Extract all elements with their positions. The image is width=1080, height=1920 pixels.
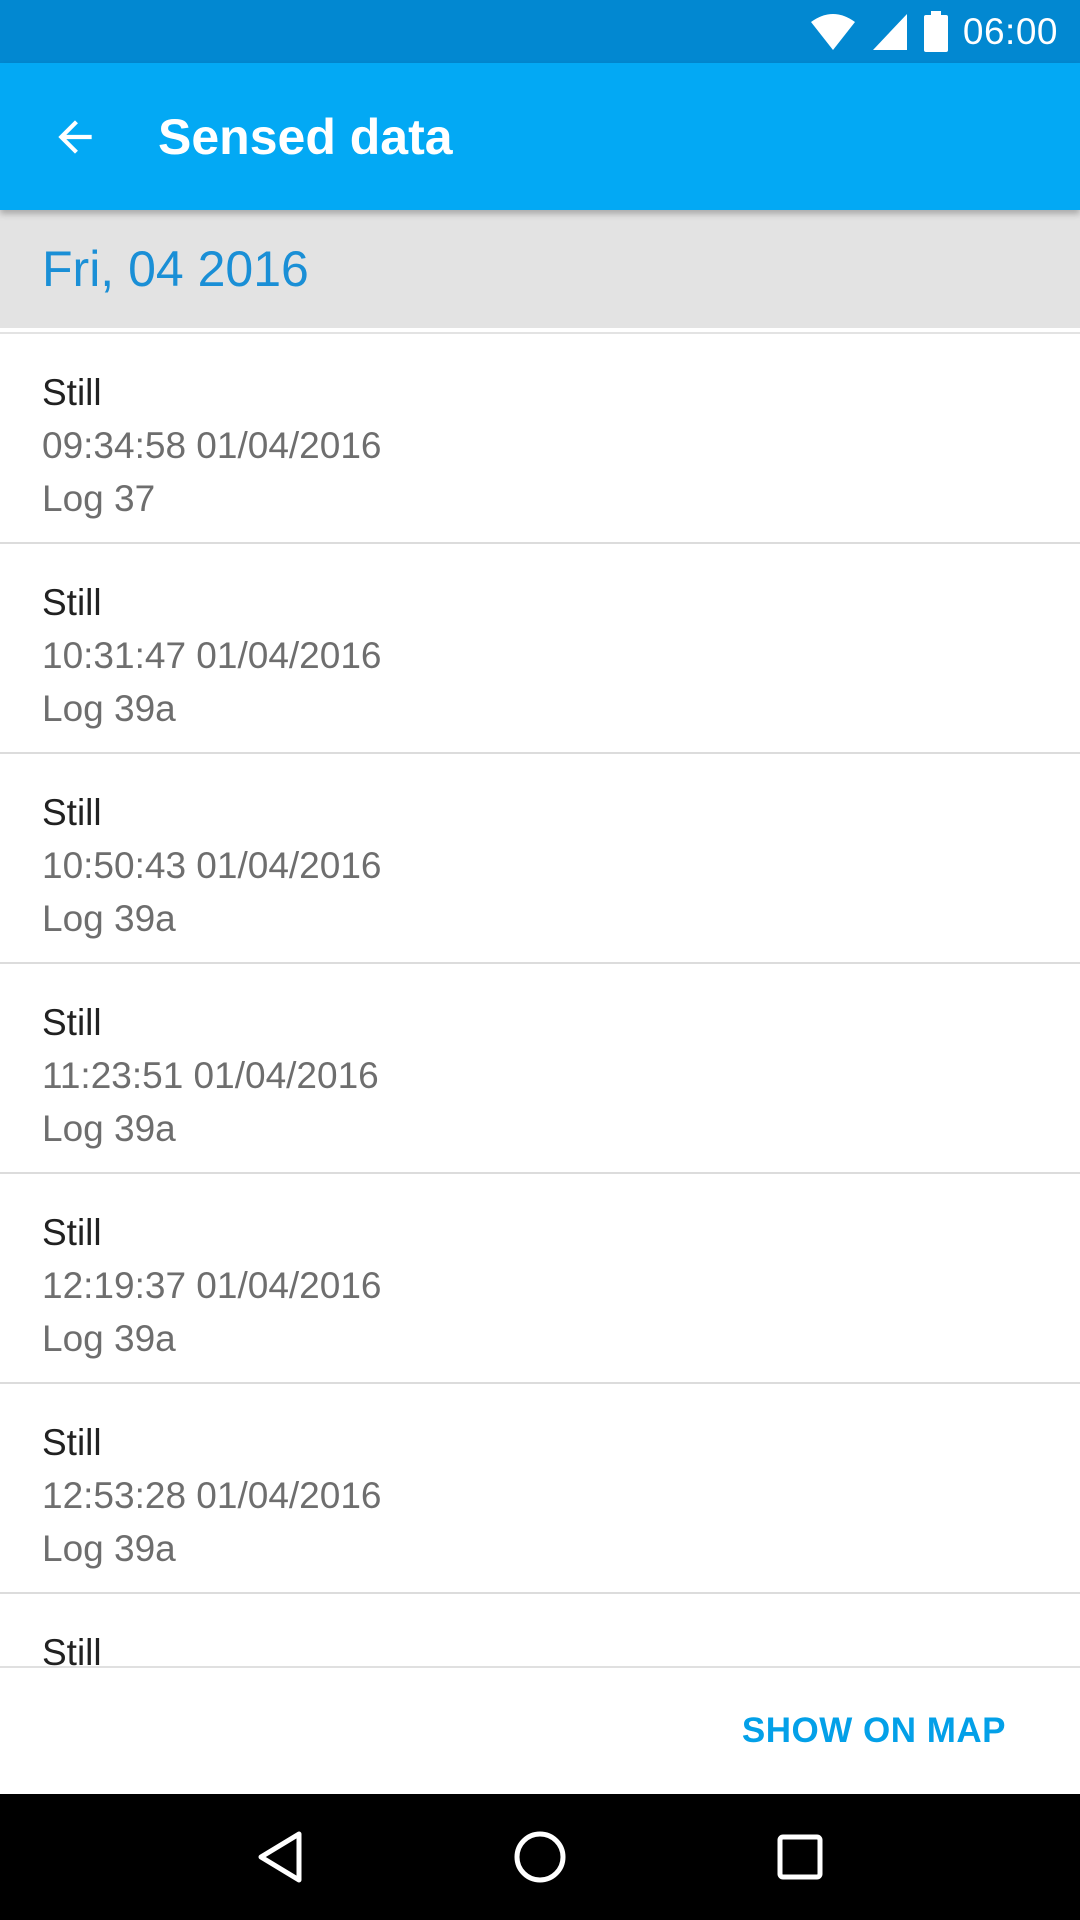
status-bar: 06:00 <box>0 0 1080 63</box>
timestamp-label: 09:34:58 01/04/2016 <box>42 425 382 466</box>
sensed-data-list[interactable]: Still 09:34:58 01/04/2016 Log 37 Still 1… <box>0 332 1080 1666</box>
activity-label: Still <box>42 1002 102 1043</box>
list-item[interactable]: Still 11:23:51 01/04/2016 Log 39a <box>0 964 1080 1174</box>
back-triangle-icon <box>258 1831 302 1883</box>
activity-label: Still <box>42 372 102 413</box>
date-section-header: Fri, 04 2016 <box>0 210 1080 328</box>
activity-label: Still <box>42 582 102 623</box>
log-label: Log 37 <box>42 478 156 519</box>
activity-label: Still <box>42 1422 102 1463</box>
list-item[interactable]: Still 10:50:43 01/04/2016 Log 39a <box>0 754 1080 964</box>
timestamp-label: 10:31:47 01/04/2016 <box>42 635 382 676</box>
nav-recents-button[interactable] <box>755 1812 845 1902</box>
wifi-icon <box>810 13 855 50</box>
timestamp-label: 12:19:37 01/04/2016 <box>42 1265 382 1306</box>
recents-square-icon <box>777 1834 823 1880</box>
activity-label: Still <box>42 1212 102 1253</box>
list-item[interactable]: Still 12:19:37 01/04/2016 Log 39a <box>0 1174 1080 1384</box>
list-item[interactable]: Still 10:31:47 01/04/2016 Log 39a <box>0 544 1080 754</box>
timestamp-label: 12:53:28 01/04/2016 <box>42 1475 382 1516</box>
footer-bar: SHOW ON MAP <box>0 1666 1080 1794</box>
status-time: 06:00 <box>962 10 1058 52</box>
app-bar: Sensed data <box>0 63 1080 210</box>
log-label: Log 39a <box>42 1528 176 1569</box>
nav-home-button[interactable] <box>495 1812 585 1902</box>
signal-icon <box>872 13 907 50</box>
home-circle-icon <box>514 1831 566 1883</box>
battery-icon <box>923 10 948 52</box>
log-label: Log 39a <box>42 688 176 729</box>
list-item[interactable]: Still 09:34:58 01/04/2016 Log 37 <box>0 334 1080 544</box>
activity-label: Still <box>42 792 102 833</box>
log-label: Log 39a <box>42 898 176 939</box>
log-label: Log 39a <box>42 1108 176 1149</box>
date-header-label: Fri, 04 2016 <box>42 241 309 297</box>
activity-label: Still <box>42 1632 102 1666</box>
list-item[interactable]: Still <box>0 1594 1080 1666</box>
log-label: Log 39a <box>42 1318 176 1359</box>
back-button[interactable] <box>38 100 112 174</box>
arrow-back-icon <box>58 119 92 154</box>
timestamp-label: 10:50:43 01/04/2016 <box>42 845 382 886</box>
system-nav-bar <box>0 1794 1080 1920</box>
nav-back-button[interactable] <box>235 1812 325 1902</box>
list-item[interactable]: Still 12:53:28 01/04/2016 Log 39a <box>0 1384 1080 1594</box>
timestamp-label: 11:23:51 01/04/2016 <box>42 1055 379 1096</box>
show-on-map-button[interactable]: SHOW ON MAP <box>742 1697 1006 1765</box>
page-title: Sensed data <box>158 108 453 165</box>
